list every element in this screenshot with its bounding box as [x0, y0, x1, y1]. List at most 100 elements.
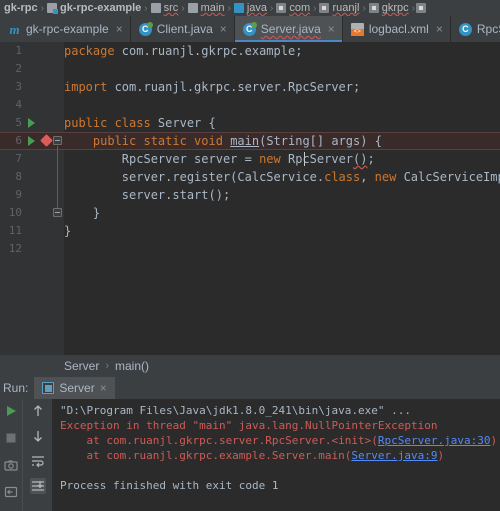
code-line-7: RpcServer server = new RpcServer();: [64, 152, 375, 166]
breadcrumb-item-label: com: [289, 2, 311, 14]
scroll-to-end-icon[interactable]: [29, 478, 46, 494]
line-number: 4: [15, 98, 22, 111]
editor-fold-rail[interactable]: [52, 42, 64, 355]
breadcrumb-item-gk-rpc-example[interactable]: gk-rpc-example: [45, 2, 143, 14]
run-gutter-icon[interactable]: [28, 136, 35, 146]
stack-frame-suffix: ): [490, 434, 498, 447]
package-icon: [368, 3, 379, 13]
java-source-root-icon: [233, 3, 244, 13]
console-line-exception: Exception in thread "main" java.lang.Nul…: [60, 419, 438, 432]
code-line-9: server.start();: [64, 188, 231, 202]
breadcrumb-class-label[interactable]: Server: [64, 359, 99, 373]
module-icon: [46, 3, 58, 14]
rerun-icon[interactable]: [3, 403, 19, 419]
breadcrumb-item-gk-rpc[interactable]: gk-rpc: [2, 2, 40, 14]
package-icon: [415, 3, 426, 13]
stack-frame-prefix: at com.ruanjl.gkrpc.example.Server.main(: [60, 449, 352, 462]
editor-tab-bar: m gk-rpc-example × C Client.java × C Ser…: [0, 16, 500, 42]
line-number: 2: [15, 62, 22, 75]
tab-gk-rpc-example[interactable]: m gk-rpc-example ×: [0, 16, 131, 42]
code-line-11: }: [64, 224, 72, 238]
breadcrumb-item-label: gkrpc: [381, 2, 409, 14]
stack-frame-link[interactable]: RpcServer.java:30: [378, 434, 491, 447]
fold-collapse-icon[interactable]: [53, 208, 62, 217]
code-line-3: import com.ruanjl.gkrpc.server.RpcServer…: [64, 80, 361, 94]
fold-region-line: [57, 146, 58, 208]
tab-server-java[interactable]: C Server.java ×: [234, 16, 343, 42]
java-class-run-icon: C: [138, 21, 153, 36]
tab-rpcserver-java[interactable]: C RpcSer: [451, 16, 500, 42]
camera-icon[interactable]: [3, 457, 19, 473]
tab-label: gk-rpc-example: [26, 22, 109, 36]
console-line-stack-frame: at com.ruanjl.gkrpc.example.Server.main(…: [60, 448, 500, 463]
java-class-run-icon: C: [242, 21, 257, 36]
tab-close-icon[interactable]: ×: [116, 23, 123, 35]
breadcrumb-method-label[interactable]: main(): [115, 359, 149, 373]
tab-label: logbacl.xml: [368, 22, 429, 36]
breadcrumb-item-main[interactable]: main: [186, 2, 227, 14]
console-line-exit-status: Process finished with exit code 1: [60, 479, 279, 492]
run-tab-label: Server: [59, 381, 95, 395]
stack-frame-link[interactable]: Server.java:9: [351, 449, 437, 462]
code-line-5: public class Server {: [64, 116, 216, 130]
fold-collapse-icon[interactable]: [53, 136, 62, 145]
line-number: 11: [8, 224, 22, 237]
code-line-8: server.register(CalcService.class, new C…: [64, 170, 500, 184]
run-actions-toolbar: [0, 399, 22, 511]
console-actions-toolbar: [22, 399, 52, 511]
java-class-icon: C: [458, 22, 472, 36]
breadcrumb-item-com[interactable]: com: [274, 2, 312, 14]
run-tab-close-icon[interactable]: ×: [100, 381, 107, 395]
tab-label: Client.java: [156, 22, 213, 36]
console-line-command: "D:\Program Files\Java\jdk1.8.0_241\bin\…: [60, 404, 411, 417]
breadcrumb-item-java[interactable]: java: [232, 2, 269, 14]
run-gutter-icon[interactable]: [28, 118, 35, 128]
line-number: 12: [8, 242, 22, 255]
tab-label: RpcSer: [476, 22, 500, 36]
line-number: 5: [15, 116, 22, 129]
folder-icon: [187, 3, 198, 13]
console-line-stack-frame: at com.ruanjl.gkrpc.server.RpcServer.<in…: [60, 433, 500, 448]
package-icon: [319, 3, 330, 13]
tab-close-icon[interactable]: ×: [328, 23, 335, 35]
breadcrumb-item-gkrpc[interactable]: gkrpc: [367, 2, 411, 14]
package-icon: [276, 3, 287, 13]
stop-icon[interactable]: [3, 430, 19, 446]
breadcrumb-item-src[interactable]: src: [149, 2, 181, 14]
ide-window: gk-rpc › gk-rpc-example › src › main › j…: [0, 0, 500, 511]
breadcrumb-item-ruanjl[interactable]: ruanjl: [317, 2, 361, 14]
scroll-down-icon[interactable]: [30, 428, 46, 444]
tab-label: Server.java: [260, 22, 321, 36]
text-caret: [304, 152, 305, 166]
breadcrumb-separator: ›: [105, 360, 110, 372]
stack-frame-suffix: ): [437, 449, 445, 462]
soft-wrap-icon[interactable]: [30, 453, 46, 469]
xml-file-icon: [350, 22, 364, 36]
line-number: 9: [15, 188, 22, 201]
maven-icon: m: [9, 21, 20, 37]
run-tool-window-header: Run: Server ×: [0, 377, 500, 399]
tab-client-java[interactable]: C Client.java ×: [131, 16, 235, 42]
breadcrumb-item-label: gk-rpc: [4, 2, 38, 14]
export-icon[interactable]: [3, 484, 19, 500]
line-number: 1: [15, 44, 22, 57]
tab-logbacl-xml[interactable]: logbacl.xml ×: [343, 16, 451, 42]
line-number: 6: [15, 134, 22, 147]
scroll-up-icon[interactable]: [30, 403, 46, 419]
breadcrumb-item-label: gk-rpc-example: [59, 2, 142, 14]
breadcrumb-item-label: src: [163, 2, 179, 14]
folder-icon: [150, 3, 161, 13]
tab-close-icon[interactable]: ×: [220, 23, 227, 35]
line-number: 8: [15, 170, 22, 183]
line-number: 10: [8, 206, 22, 219]
run-label: Run:: [3, 381, 29, 395]
code-editor[interactable]: 1 2 3 4 5 6 7 8 9 10 11 12 package com.r…: [0, 42, 500, 355]
code-line-6: public static void main(String[] args) {: [92, 134, 382, 148]
breadcrumb-item-label: java: [246, 2, 268, 14]
code-line-1: package com.ruanjl.gkrpc.example;: [64, 44, 303, 58]
line-number: 7: [15, 152, 22, 165]
console-output[interactable]: "D:\Program Files\Java\jdk1.8.0_241\bin\…: [52, 399, 500, 511]
tab-close-icon[interactable]: ×: [436, 23, 443, 35]
run-tab-server[interactable]: Server ×: [34, 377, 115, 399]
